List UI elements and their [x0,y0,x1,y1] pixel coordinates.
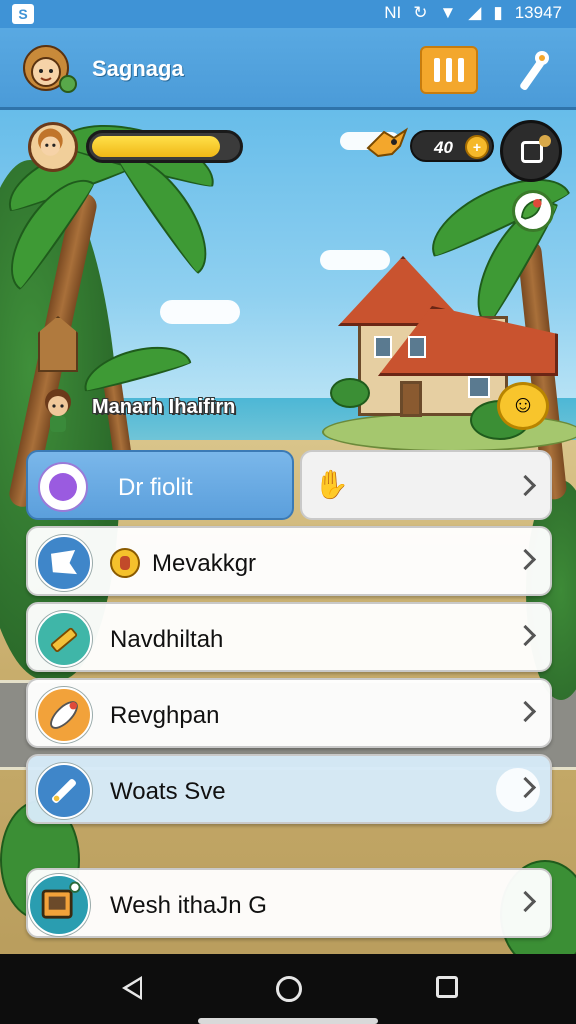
menu-item-label: Revghpan [110,702,220,729]
gesture-pill [198,1018,378,1024]
waving-hand-icon: ✋ [314,469,349,500]
notification-icon: S [12,4,34,24]
chevron-right-icon [518,474,534,498]
signal-icon: ◢ [468,3,482,22]
xp-progress-bar [86,130,243,163]
clock: 13947 [514,3,562,22]
carrier-icons: NI [384,3,402,22]
npc-character-icon[interactable] [38,386,78,434]
picture-frame-icon [28,874,90,936]
pause-bars-icon [434,58,440,82]
home-icon[interactable] [276,976,302,1002]
status-icons: NI ↻ ▼ ◢ ▮ 13947 [384,3,562,23]
coin-count: 40 [434,138,453,157]
bird-icon[interactable] [364,124,410,166]
sync-icon: ↻ [413,3,428,22]
menu-item-navdhiltah[interactable]: Navdhiltah [26,602,552,672]
pause-menu-button[interactable] [420,46,478,94]
menu-item-mevakkgr[interactable]: Mevakkgr [26,526,552,596]
menu-item-label: Woats Sve [110,778,226,805]
leaf-icon [520,198,542,220]
back-icon[interactable] [122,976,142,1000]
menu-item-revghpan[interactable]: Revghpan [26,678,552,748]
wifi-icon: ▼ [439,3,457,22]
bush [330,378,370,408]
share-button[interactable] [500,120,562,182]
chevron-right-icon [518,548,534,572]
npc-name-label: Manarh Ihaifirn [92,396,236,418]
menu-item-label: Navdhiltah [110,626,224,653]
smiley-icon[interactable]: ☺ [497,382,549,430]
potion-icon [110,548,140,578]
menu-item-wesh-ithajn-g[interactable]: Wesh ithaJn G [26,868,552,938]
status-bar: S NI ↻ ▼ ◢ ▮ 13947 [0,0,576,28]
chat-button[interactable]: Dr fiolit [26,450,294,520]
recent-apps-icon[interactable] [436,976,458,998]
menu-item-label: Mevakkgr [152,550,257,577]
app-header: Sagnaga [0,28,576,110]
magic-wand-icon[interactable] [508,46,556,94]
player-avatar-icon[interactable] [20,42,78,96]
chevron-right-icon [518,700,534,724]
leaf-button[interactable] [512,190,554,232]
rocket-icon [36,687,92,743]
chevron-right-icon [518,624,534,648]
battery-icon: ▮ [493,3,503,22]
map-flag-icon [36,535,92,591]
wave-button[interactable]: ✋ [300,450,552,520]
system-nav-bar [0,954,576,1024]
app-title: Sagnaga [92,56,184,81]
menu-item-woats-sve[interactable]: Woats Sve [26,754,552,824]
chat-bubble-icon [38,462,88,512]
wrench-icon [36,763,92,819]
coin-icon: + [465,135,489,159]
chevron-right-icon [518,890,534,914]
xp-progress-fill [92,136,220,157]
chat-button-label: Dr fiolit [118,474,193,501]
player-face-icon [38,128,63,156]
coin-counter[interactable]: 40 + [410,130,494,162]
pencil-icon [36,611,92,667]
hud-avatar[interactable] [28,122,78,172]
menu-item-label: Wesh ithaJn G [110,892,267,919]
cloud [160,300,240,324]
chevron-right-icon [518,776,534,800]
notification-dot-icon [539,135,551,147]
